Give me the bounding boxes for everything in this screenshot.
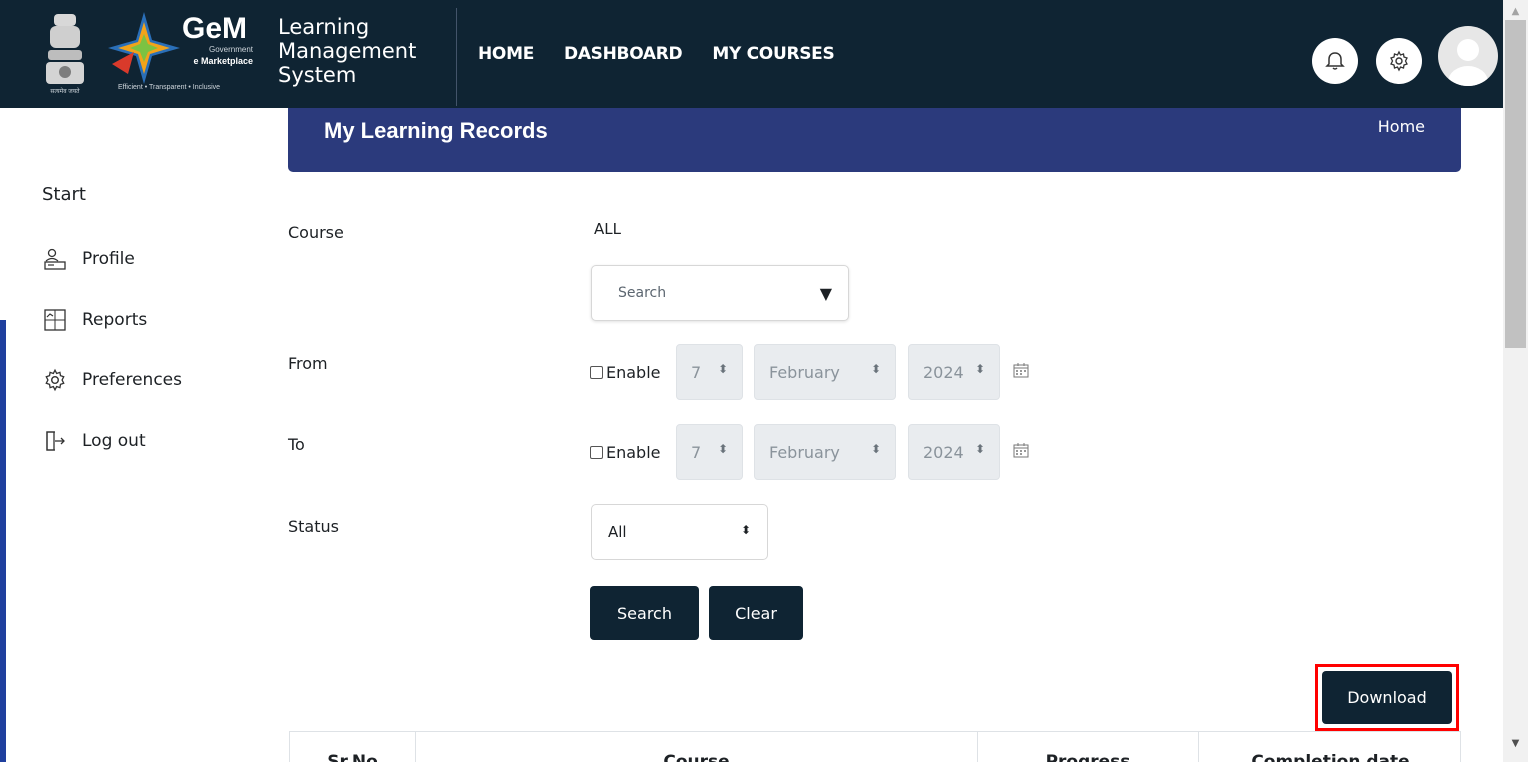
enable-label: Enable — [606, 363, 661, 382]
gem-tagline: Efficient • Transparent • Inclusive — [118, 84, 221, 91]
sort-arrows-icon: ⬍ — [717, 442, 728, 456]
page-title: My Learning Records — [324, 118, 548, 143]
sidebar-item-label: Log out — [82, 431, 146, 451]
sidebar-item-label: Preferences — [82, 370, 182, 390]
from-day-select[interactable]: 7 ⬍ — [676, 344, 743, 400]
sort-arrows-icon: ⬍ — [974, 442, 985, 456]
national-emblem-icon — [46, 14, 84, 84]
to-enable-checkbox[interactable]: Enable — [590, 443, 661, 462]
status-label: Status — [288, 517, 339, 536]
page-header-banner: My Learning Records Home — [288, 108, 1461, 172]
sort-arrows-icon: ⬍ — [870, 362, 881, 376]
nav-dashboard[interactable]: DASHBOARD — [564, 44, 683, 64]
from-label: From — [288, 354, 328, 373]
checkbox-box[interactable] — [590, 366, 603, 379]
notifications-button[interactable] — [1312, 38, 1358, 84]
select-value: 7 — [691, 363, 702, 382]
sidebar-item-label: Profile — [82, 249, 135, 269]
select-value: February — [769, 363, 840, 382]
select-value: All — [608, 523, 627, 541]
to-month-select[interactable]: February ⬍ — [754, 424, 896, 480]
select-value: 2024 — [923, 363, 964, 382]
course-search-placeholder: Search — [618, 285, 667, 301]
main-nav: HOME DASHBOARD MY COURSES — [478, 44, 835, 64]
sort-arrows-icon: ⬍ — [740, 523, 751, 537]
gear-icon — [1390, 50, 1408, 72]
from-month-select[interactable]: February ⬍ — [754, 344, 896, 400]
header-divider — [456, 8, 457, 106]
select-value: 2024 — [923, 443, 964, 462]
lms-title-line: System — [278, 63, 357, 87]
sidebar-item-label: Reports — [82, 310, 148, 330]
from-year-select[interactable]: 2024 ⬍ — [908, 344, 1000, 400]
left-edge-strip — [0, 320, 6, 762]
logout-icon — [42, 428, 68, 454]
page-scrollbar[interactable]: ▲ ▼ — [1503, 0, 1528, 762]
records-table: Sr.No Course Progress Completion date — [289, 731, 1461, 762]
dropdown-caret-icon: ▼ — [819, 284, 832, 303]
top-navbar: सत्यमेव जयते GeM Government e Marketplac… — [0, 0, 1503, 108]
gem-star-icon — [108, 12, 180, 84]
sidebar-start-heading: Start — [42, 184, 86, 205]
user-avatar[interactable] — [1438, 26, 1498, 86]
sidebar-item-reports[interactable]: Reports — [42, 307, 147, 333]
breadcrumb-home-link[interactable]: Home — [1378, 117, 1425, 136]
sort-arrows-icon: ⬍ — [870, 442, 881, 456]
select-value: February — [769, 443, 840, 462]
course-label: Course — [288, 223, 344, 242]
header-label: Completion date — [1251, 752, 1410, 762]
gem-subtitle-government: Government — [208, 45, 253, 54]
table-header-course[interactable]: Course — [416, 732, 978, 762]
sidebar-item-logout[interactable]: Log out — [42, 428, 146, 454]
scroll-up-arrow-icon[interactable]: ▲ — [1503, 6, 1528, 17]
select-value: 7 — [691, 443, 702, 462]
bell-icon — [1325, 52, 1345, 70]
header-label: Progress — [1045, 752, 1131, 762]
search-button[interactable]: Search — [590, 586, 699, 640]
profile-icon — [42, 246, 68, 272]
sidebar-item-preferences[interactable]: Preferences — [42, 367, 182, 393]
lms-title-line: Management — [278, 39, 417, 63]
lms-title: Learning Management System — [278, 15, 416, 87]
download-button[interactable]: Download — [1322, 671, 1452, 724]
from-enable-checkbox[interactable]: Enable — [590, 363, 661, 382]
course-selected-value: ALL — [594, 220, 621, 238]
to-label: To — [288, 435, 305, 454]
gear-icon — [42, 367, 68, 393]
scroll-thumb[interactable] — [1505, 20, 1526, 348]
calendar-icon[interactable] — [1012, 441, 1030, 459]
table-header-srno[interactable]: Sr.No — [290, 732, 416, 762]
header-label: Sr.No — [327, 752, 378, 762]
sort-arrows-icon: ⬍ — [974, 362, 985, 376]
to-year-select[interactable]: 2024 ⬍ — [908, 424, 1000, 480]
sidebar-item-profile[interactable]: Profile — [42, 246, 135, 272]
emblem-caption: सत्यमेव जयते — [50, 89, 80, 95]
to-day-select[interactable]: 7 ⬍ — [676, 424, 743, 480]
nav-home[interactable]: HOME — [478, 44, 534, 64]
settings-button[interactable] — [1376, 38, 1422, 84]
checkbox-box[interactable] — [590, 446, 603, 459]
gem-wordmark: GeM — [182, 12, 248, 45]
clear-button[interactable]: Clear — [709, 586, 803, 640]
status-select[interactable]: All ⬍ — [591, 504, 768, 560]
lms-title-line: Learning — [278, 15, 370, 39]
nav-my-courses[interactable]: MY COURSES — [712, 44, 834, 64]
table-header-completion-date[interactable]: Completion date — [1199, 732, 1460, 762]
avatar-icon — [1448, 39, 1488, 86]
reports-icon — [42, 307, 68, 333]
sort-arrows-icon: ⬍ — [717, 362, 728, 376]
course-search-dropdown[interactable]: Search ▼ — [591, 265, 849, 321]
scroll-down-arrow-icon[interactable]: ▼ — [1503, 738, 1528, 749]
enable-label: Enable — [606, 443, 661, 462]
table-header-progress[interactable]: Progress — [978, 732, 1199, 762]
calendar-icon[interactable] — [1012, 361, 1030, 379]
header-label: Course — [663, 752, 730, 762]
gem-subtitle-marketplace: e Marketplace — [193, 56, 253, 66]
